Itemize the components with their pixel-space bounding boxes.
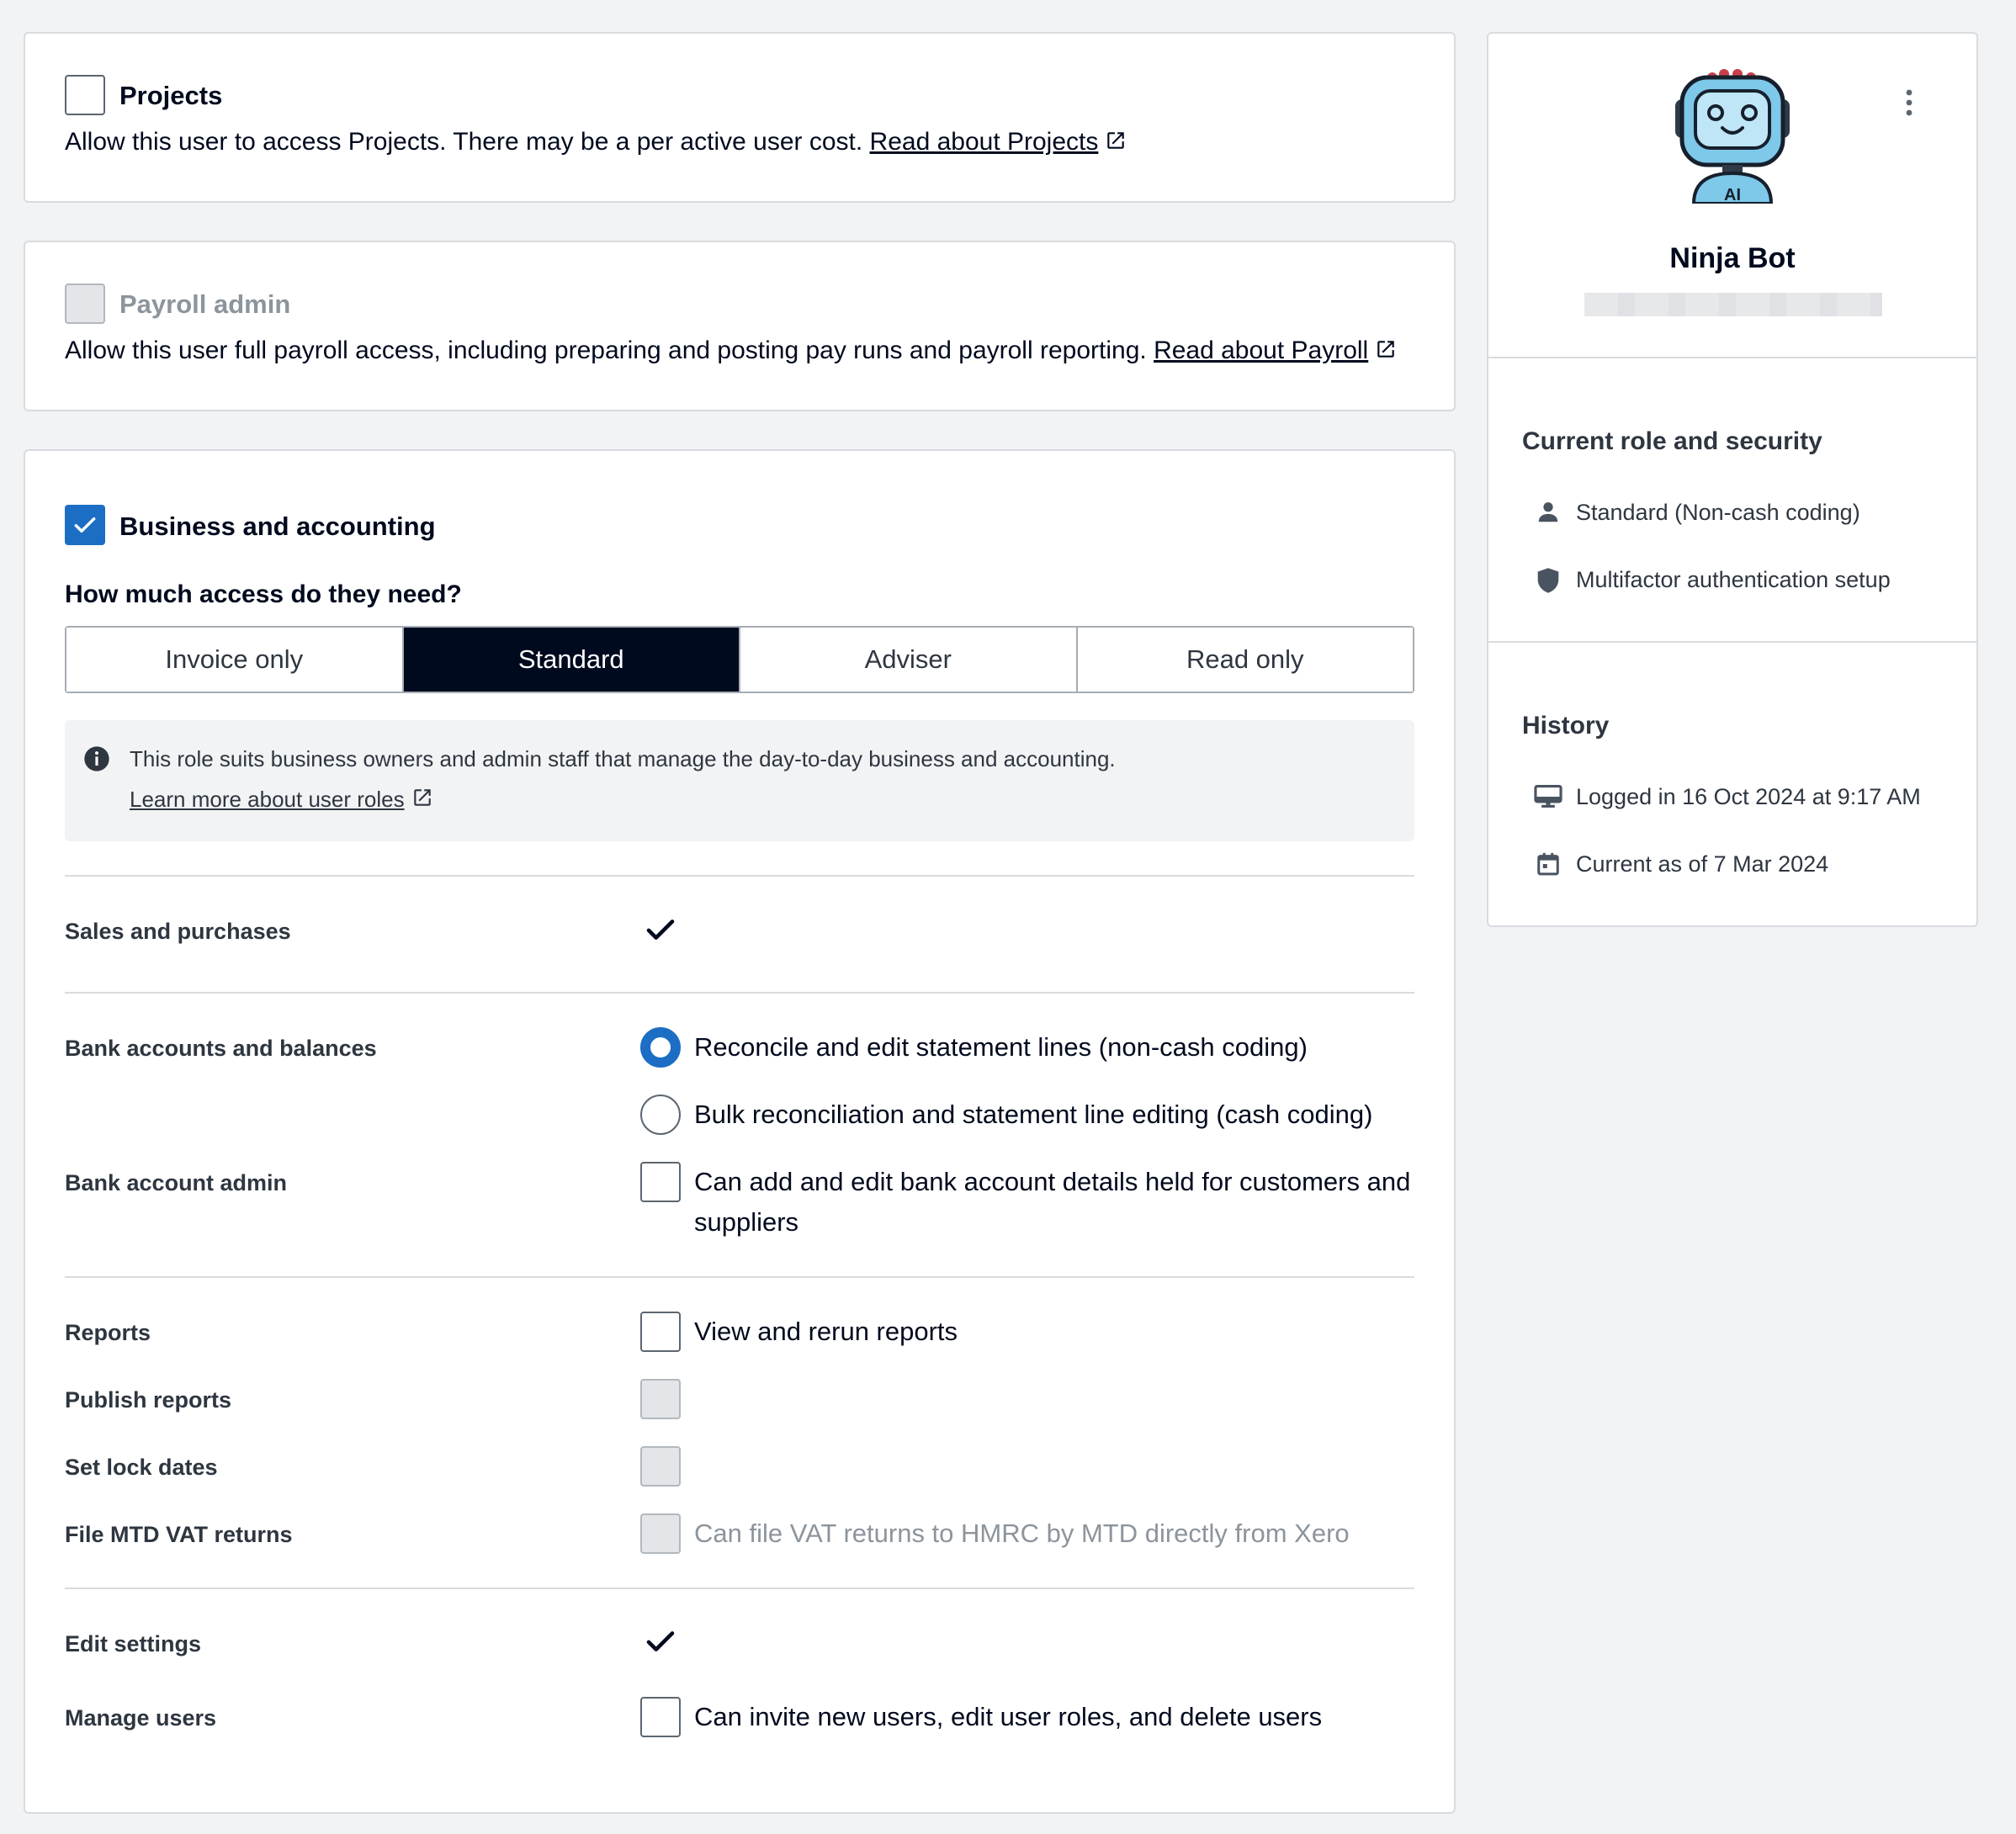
sales-purchases-label: Sales and purchases	[65, 919, 291, 944]
manage-users-label: Manage users	[65, 1705, 217, 1731]
radio-non-cash-coding[interactable]	[640, 1027, 681, 1068]
divider	[65, 1588, 1414, 1589]
reports-checkbox[interactable]	[640, 1312, 681, 1352]
divider	[65, 875, 1414, 877]
non-cash-coding-option: Reconcile and edit statement lines (non-…	[694, 1032, 1308, 1062]
projects-card: Projects Allow this user to access Proje…	[24, 32, 1456, 203]
projects-title: Projects	[119, 81, 223, 110]
read-about-payroll-link[interactable]: Read about Payroll	[1154, 337, 1368, 364]
bank-accounts-label: Bank accounts and balances	[65, 1036, 377, 1061]
role-info-text: This role suits business owners and admi…	[130, 746, 1116, 771]
radio-cash-coding[interactable]	[640, 1095, 681, 1135]
cash-coding-option: Bulk reconciliation and statement line e…	[694, 1100, 1373, 1129]
projects-checkbox[interactable]	[65, 75, 105, 115]
info-icon	[84, 746, 109, 771]
divider	[1488, 357, 1976, 358]
mtd-vat-checkbox[interactable]	[640, 1513, 681, 1554]
access-read-only[interactable]: Read only	[1077, 628, 1413, 692]
user-profile-card: AI Ninja Bot Current role and security S…	[1487, 32, 1978, 927]
learn-more-user-roles-label: Learn more about user roles	[130, 787, 405, 812]
payroll-card: Payroll admin Allow this user full payro…	[24, 241, 1456, 411]
checkmark-icon	[646, 920, 675, 940]
edit-settings-label: Edit settings	[65, 1631, 202, 1656]
publish-reports-label: Publish reports	[65, 1387, 232, 1413]
mtd-vat-label: File MTD VAT returns	[65, 1522, 293, 1547]
lock-dates-label: Set lock dates	[65, 1455, 218, 1480]
checkmark-icon	[74, 517, 96, 533]
monitor-icon	[1534, 785, 1562, 808]
current-as-of: Current as of 7 Mar 2024	[1576, 851, 1829, 877]
avatar-badge: AI	[1724, 186, 1741, 204]
learn-more-user-roles-link[interactable]: Learn more about user roles	[130, 784, 433, 814]
user-icon	[1538, 502, 1558, 522]
user-name: Ninja Bot	[1669, 242, 1796, 274]
lock-dates-checkbox[interactable]	[640, 1446, 681, 1487]
mfa-status: Multifactor authentication setup	[1576, 567, 1891, 592]
more-options-icon[interactable]	[1899, 87, 1919, 118]
projects-description-text: Allow this user to access Projects. Ther…	[65, 128, 863, 156]
external-link-icon	[413, 789, 431, 806]
role-info-box: This role suits business owners and admi…	[65, 720, 1414, 841]
manage-users-checkbox[interactable]	[640, 1697, 681, 1737]
business-accounting-checkbox[interactable]	[65, 505, 105, 545]
payroll-checkbox[interactable]	[65, 284, 105, 324]
history-heading: History	[1522, 712, 1610, 739]
divider	[65, 1276, 1414, 1278]
calendar-icon	[1537, 852, 1559, 876]
last-login: Logged in 16 Oct 2024 at 9:17 AM	[1576, 784, 1921, 809]
shield-icon	[1537, 568, 1559, 593]
payroll-description: Allow this user full payroll access, inc…	[65, 334, 1397, 368]
business-accounting-title: Business and accounting	[119, 512, 436, 541]
redacted-email	[1584, 293, 1882, 316]
bank-account-admin-option-line1: Can add and edit bank account details he…	[694, 1167, 1411, 1196]
role-security-heading: Current role and security	[1522, 427, 1822, 455]
manage-users-option: Can invite new users, edit user roles, a…	[694, 1702, 1323, 1731]
current-role: Standard (Non-cash coding)	[1576, 500, 1860, 525]
access-level-selector[interactable]: Invoice only Standard Adviser Read only	[65, 626, 1414, 693]
projects-description: Allow this user to access Projects. Ther…	[65, 125, 1127, 159]
avatar: AI	[1675, 69, 1790, 204]
checkmark-icon	[646, 1631, 675, 1651]
external-link-icon	[1107, 132, 1125, 149]
read-about-projects-link[interactable]: Read about Projects	[870, 128, 1099, 156]
payroll-description-text: Allow this user full payroll access, inc…	[65, 337, 1147, 364]
mtd-vat-option: Can file VAT returns to HMRC by MTD dire…	[694, 1519, 1350, 1548]
divider	[1488, 641, 1976, 643]
bank-account-admin-checkbox[interactable]	[640, 1162, 681, 1202]
reports-label: Reports	[65, 1320, 151, 1345]
reports-option: View and rerun reports	[694, 1317, 958, 1346]
access-adviser[interactable]: Adviser	[740, 628, 1078, 692]
access-question: How much access do they need?	[65, 580, 462, 608]
bank-account-admin-label: Bank account admin	[65, 1170, 288, 1195]
bank-account-admin-option-line2: suppliers	[694, 1207, 799, 1237]
payroll-title: Payroll admin	[119, 289, 291, 319]
external-link-icon	[1377, 341, 1394, 358]
divider	[65, 992, 1414, 994]
access-invoice-only[interactable]: Invoice only	[66, 628, 404, 692]
access-standard[interactable]: Standard	[403, 628, 740, 692]
publish-reports-checkbox[interactable]	[640, 1379, 681, 1419]
